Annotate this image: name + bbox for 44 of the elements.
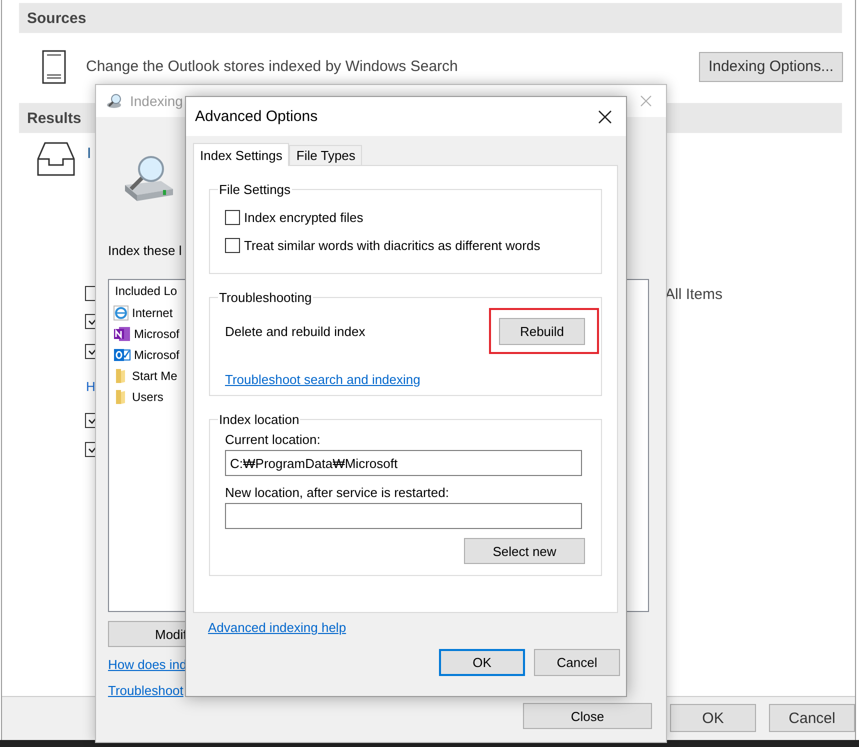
link[interactable]: H <box>86 379 96 394</box>
mail-icon <box>113 346 131 362</box>
field-label: Current location: <box>225 432 322 449</box>
dialog-button[interactable]: Cancel <box>769 704 855 732</box>
field-label: New location, after service is restarted: <box>225 485 450 502</box>
location-name: Microsof <box>134 326 180 340</box>
section-header: Sources <box>19 3 842 33</box>
tab[interactable]: File Types <box>289 145 362 165</box>
current-location-field[interactable]: C:₩ProgramData₩Microsoft <box>225 450 582 476</box>
inbox-icon <box>37 142 75 176</box>
location-name: Microsof <box>134 348 180 362</box>
location-name: Users <box>132 390 164 404</box>
sources-description: Change the Outlook stores indexed by Windows Search <box>86 58 458 75</box>
troubleshoot-link[interactable]: Troubleshoot search and indexing <box>225 372 420 387</box>
link[interactable]: Troubleshoot <box>108 683 184 698</box>
select-new-button[interactable]: Select new <box>464 538 585 564</box>
checkbox[interactable] <box>225 210 240 224</box>
results-description: I <box>87 145 92 162</box>
checkbox[interactable] <box>225 238 240 252</box>
group-title: File Settings <box>218 182 292 197</box>
rebuild-description: Delete and rebuild index <box>225 324 366 338</box>
group-title: Index location <box>218 412 300 427</box>
indexing-options-button[interactable]: Indexing Options... <box>699 52 843 82</box>
globe-icon <box>113 304 129 320</box>
dialog-button[interactable]: Cancel <box>534 649 620 676</box>
checkbox-label: Treat similar words with diacritics as different words <box>244 238 540 252</box>
dialog-button[interactable]: OK <box>670 704 756 732</box>
group-title: Troubleshooting <box>218 290 313 305</box>
search-drive-icon <box>106 93 124 109</box>
dialog-button[interactable]: OK <box>439 649 525 676</box>
column-header: Included Lo <box>115 284 178 298</box>
close-button[interactable]: Close <box>523 703 652 729</box>
prompt-text: Index these l <box>108 243 182 258</box>
notebook-icon <box>113 326 131 342</box>
tab[interactable]: Index Settings <box>193 143 290 166</box>
dialog-title: Advanced Options <box>195 108 318 125</box>
location-name: Start Me <box>132 368 178 382</box>
help-link[interactable]: Advanced indexing help <box>208 620 346 635</box>
close-icon[interactable] <box>598 110 612 124</box>
rebuild-button[interactable]: Rebuild <box>499 318 585 345</box>
checkbox-label: Index encrypted files <box>244 210 364 224</box>
location-name: Internet <box>132 306 173 320</box>
new-location-field[interactable] <box>225 503 582 529</box>
document-icon <box>42 50 66 84</box>
